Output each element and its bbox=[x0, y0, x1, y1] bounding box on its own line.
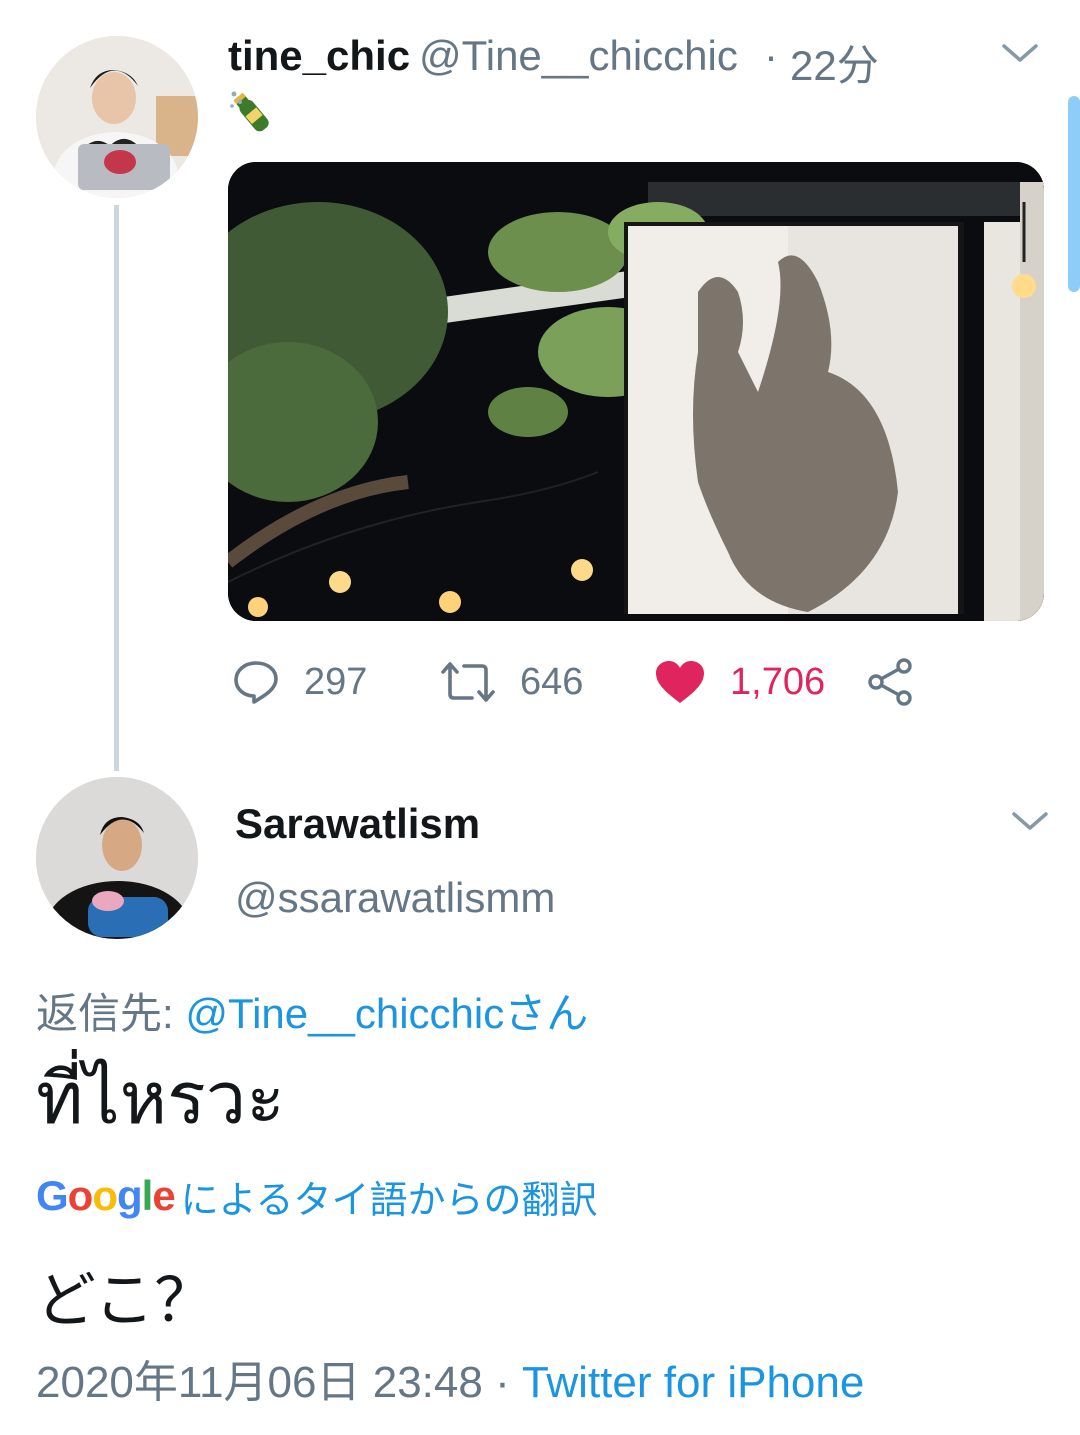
avatar-sarawatlism[interactable] bbox=[36, 777, 198, 939]
footer-separator: · bbox=[482, 1358, 522, 1407]
like-action[interactable]: 1,706 bbox=[654, 658, 825, 706]
tweet-footer: 2020年11月06日 23:48 · Twitter for iPhone bbox=[36, 1346, 864, 1410]
reply-to-label: 返信先: bbox=[36, 990, 186, 1037]
separator-dot: · bbox=[764, 32, 778, 79]
retweet-action[interactable]: 646 bbox=[440, 658, 583, 706]
chevron-down-icon[interactable] bbox=[1000, 40, 1040, 68]
reply-to-mention[interactable]: @Tine__chicchicさん bbox=[185, 990, 588, 1037]
reply-author-handle[interactable]: @ssarawatlismm bbox=[235, 874, 555, 922]
reply-author-name[interactable]: Sarawatlism bbox=[235, 800, 480, 848]
reply-action[interactable]: 297 bbox=[232, 658, 367, 706]
tweet-source-link[interactable]: Twitter for iPhone bbox=[522, 1358, 864, 1407]
tweet-timestamp[interactable]: 22分 bbox=[790, 32, 879, 93]
retweet-icon bbox=[441, 662, 495, 702]
reply-text: ที่ไหรวะ bbox=[36, 1056, 285, 1140]
champagne-emoji-icon bbox=[228, 88, 284, 138]
translation-attribution[interactable]: Google によるタイ語からの翻訳 bbox=[36, 1170, 598, 1222]
thread-line bbox=[114, 205, 119, 771]
heart-icon bbox=[656, 661, 704, 703]
retweet-count: 646 bbox=[520, 660, 584, 703]
reply-icon bbox=[234, 661, 278, 704]
reply-to-line: 返信先: @Tine__chicchicさん bbox=[36, 980, 588, 1041]
tweet-author-handle[interactable]: @Tine__chicchic bbox=[419, 32, 738, 80]
share-icon bbox=[868, 658, 912, 706]
translation-label: によるタイ語からの翻訳 bbox=[180, 1179, 598, 1222]
share-action[interactable] bbox=[866, 658, 914, 706]
chevron-down-icon[interactable] bbox=[1010, 808, 1050, 836]
avatar-tine-chic[interactable] bbox=[36, 36, 198, 198]
tweet-media-image[interactable] bbox=[228, 162, 1044, 621]
scrollbar-thumb[interactable] bbox=[1068, 96, 1080, 292]
tweet-author-name[interactable]: tine_chic bbox=[228, 32, 410, 80]
reply-count: 297 bbox=[304, 660, 368, 703]
google-logo: Google bbox=[36, 1172, 176, 1219]
reply-timestamp[interactable]: 2020年11月06日 23:48 bbox=[36, 1358, 483, 1407]
like-count: 1,706 bbox=[730, 660, 826, 703]
translated-text: どこ？ bbox=[36, 1267, 215, 1334]
